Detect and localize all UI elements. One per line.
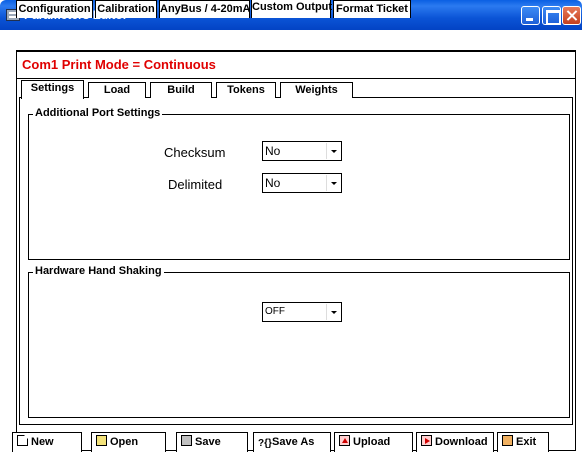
handshaking-select[interactable]: OFF bbox=[262, 302, 342, 322]
parameters-editor-window: Parameters Editor Configuration Calibrat… bbox=[0, 0, 582, 452]
handshaking-value: OFF bbox=[265, 306, 285, 317]
upload-icon bbox=[339, 435, 350, 446]
open-folder-icon bbox=[96, 435, 107, 446]
exit-button[interactable]: Exit bbox=[497, 432, 549, 452]
save-as-icon: ?{} bbox=[258, 438, 272, 449]
new-file-icon bbox=[17, 435, 28, 446]
checksum-label: Checksum bbox=[164, 145, 226, 160]
save-button[interactable]: Save bbox=[176, 432, 248, 452]
close-button[interactable] bbox=[562, 6, 581, 25]
chevron-down-icon[interactable] bbox=[326, 175, 340, 191]
save-as-button-label: Save As bbox=[272, 436, 315, 448]
download-button[interactable]: Download bbox=[416, 432, 494, 452]
chevron-down-icon[interactable] bbox=[326, 143, 340, 159]
hardware-handshaking-title: Hardware Hand Shaking bbox=[33, 265, 164, 277]
divider bbox=[16, 78, 576, 79]
tab-calibration[interactable]: Calibration bbox=[95, 0, 157, 18]
new-button[interactable]: New bbox=[12, 432, 82, 452]
subtab-settings[interactable]: Settings bbox=[21, 80, 84, 99]
exit-door-icon bbox=[502, 435, 513, 446]
delimited-label: Delimited bbox=[168, 177, 223, 192]
tab-format-ticket[interactable]: Format Ticket bbox=[333, 0, 411, 18]
subtab-weights[interactable]: Weights bbox=[280, 82, 353, 98]
chevron-down-icon[interactable] bbox=[326, 304, 340, 320]
print-mode-status: Com1 Print Mode = Continuous bbox=[22, 57, 216, 72]
delimited-value: No bbox=[265, 176, 281, 190]
exit-button-label: Exit bbox=[516, 436, 537, 448]
minimize-button[interactable] bbox=[521, 6, 540, 25]
upload-button[interactable]: Upload bbox=[334, 432, 413, 452]
save-button-label: Save bbox=[195, 436, 221, 448]
additional-port-settings-title: Additional Port Settings bbox=[33, 107, 163, 119]
upload-button-label: Upload bbox=[353, 436, 391, 448]
tab-configuration[interactable]: Configuration bbox=[16, 0, 93, 18]
save-as-button[interactable]: ?{}Save As bbox=[253, 432, 331, 452]
new-button-label: New bbox=[31, 436, 54, 448]
hardware-handshaking-group bbox=[28, 272, 570, 418]
subtab-load[interactable]: Load bbox=[88, 82, 146, 98]
checksum-value: No bbox=[265, 144, 281, 158]
download-button-label: Download bbox=[435, 436, 488, 448]
open-button[interactable]: Open bbox=[91, 432, 166, 452]
subtab-tokens[interactable]: Tokens bbox=[216, 82, 276, 98]
download-icon bbox=[421, 435, 432, 446]
checksum-select[interactable]: No bbox=[262, 141, 342, 161]
open-button-label: Open bbox=[110, 436, 139, 448]
save-disk-icon bbox=[181, 435, 192, 446]
delimited-select[interactable]: No bbox=[262, 173, 342, 193]
maximize-button[interactable] bbox=[542, 6, 561, 25]
tab-custom-output[interactable]: Custom Output bbox=[251, 0, 332, 18]
subtab-build[interactable]: Build bbox=[150, 82, 212, 98]
tab-anybus[interactable]: AnyBus / 4-20mA bbox=[159, 0, 250, 18]
